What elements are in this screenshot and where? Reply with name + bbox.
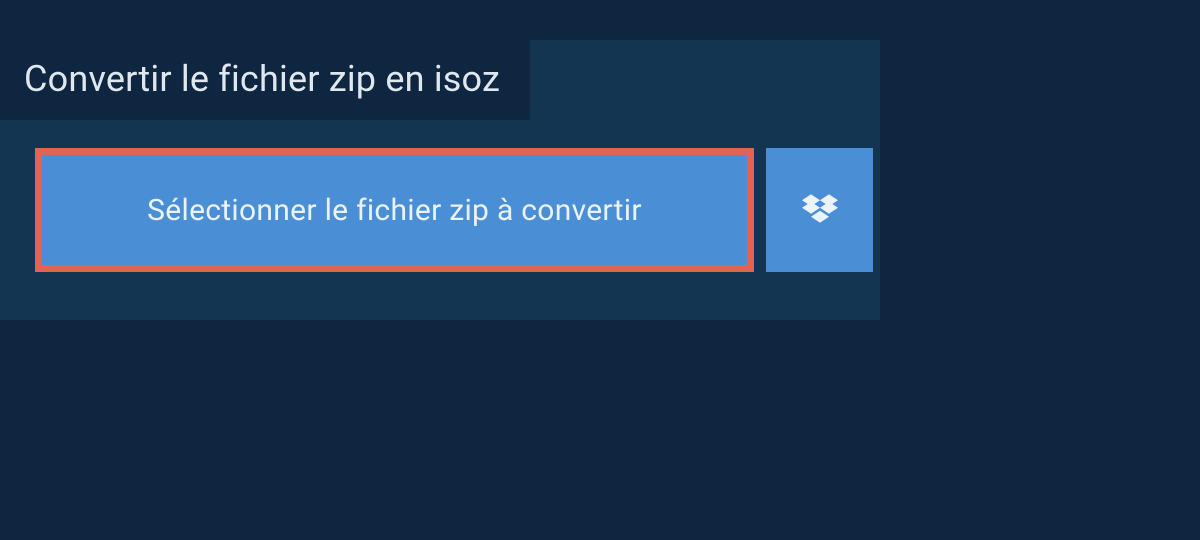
button-row: Sélectionner le fichier zip à convertir <box>35 148 873 272</box>
select-file-button[interactable]: Sélectionner le fichier zip à convertir <box>35 148 754 272</box>
page-title: Convertir le fichier zip en isoz <box>0 40 530 120</box>
select-file-label: Sélectionner le fichier zip à convertir <box>147 193 642 228</box>
converter-panel: Convertir le fichier zip en isoz Sélecti… <box>0 40 880 320</box>
dropbox-button[interactable] <box>766 148 873 272</box>
dropbox-icon <box>802 194 838 226</box>
